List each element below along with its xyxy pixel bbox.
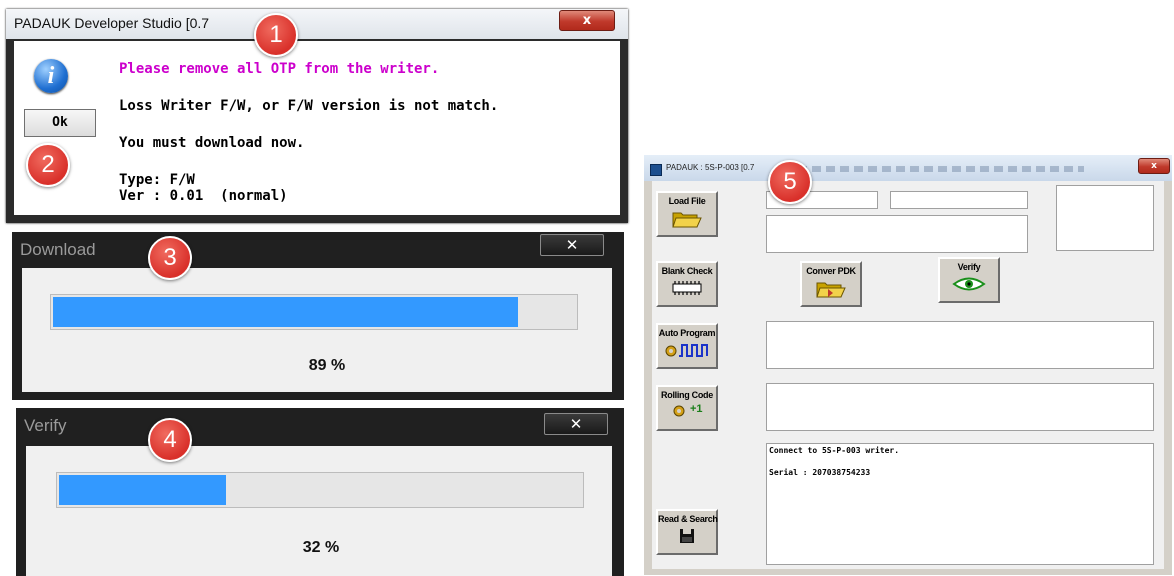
verify-body: 32 % bbox=[26, 446, 612, 576]
verify-button[interactable]: Verify bbox=[938, 257, 1000, 303]
conver-pdk-button[interactable]: Conver PDK bbox=[800, 261, 862, 307]
load-file-label: Load File bbox=[668, 196, 706, 206]
message-line-3: You must download now. bbox=[119, 135, 305, 151]
log-line-2: Serial : 207038754233 bbox=[769, 468, 871, 477]
verify-progress-bar bbox=[56, 472, 584, 508]
writer-title-bar: PADAUK : 5S-P-003 [0.7 bbox=[644, 155, 1172, 181]
verify-progress-fill bbox=[59, 475, 226, 505]
writer-close-button[interactable]: x bbox=[1138, 158, 1170, 174]
step-badge-1: 1 bbox=[254, 13, 298, 57]
verify-title: Verify bbox=[24, 416, 67, 435]
folder-convert-icon bbox=[816, 282, 846, 298]
auto-program-wave-icon bbox=[665, 344, 708, 357]
dialog-title: PADAUK Developer Studio [0.7 bbox=[14, 15, 210, 31]
rolling-code-increment: +1 bbox=[689, 403, 703, 415]
step-badge-4: 4 bbox=[148, 418, 192, 462]
verify-close-button[interactable]: ✕ bbox=[544, 413, 608, 435]
ok-button[interactable]: Ok bbox=[24, 109, 96, 137]
verify-dialog: Verify ✕ 32 % bbox=[16, 408, 624, 576]
chip-icon bbox=[672, 281, 702, 295]
message-line-5: Ver : 0.01 (normal) bbox=[119, 188, 288, 204]
blank-check-button[interactable]: Blank Check bbox=[656, 261, 718, 307]
step-badge-3: 3 bbox=[148, 236, 192, 280]
blank-check-label: Blank Check bbox=[661, 266, 713, 276]
dialog-body: i Ok Please remove all OTP from the writ… bbox=[14, 41, 620, 215]
log-output-area: Connect to 5S-P-003 writer. Serial : 207… bbox=[766, 443, 1154, 565]
download-body: 89 % bbox=[22, 268, 612, 392]
verify-label: Verify bbox=[957, 262, 981, 272]
rolling-code-button[interactable]: Rolling Code +1 bbox=[656, 385, 718, 431]
auto-program-label: Auto Program bbox=[658, 328, 716, 338]
download-title: Download bbox=[20, 240, 96, 259]
download-close-button[interactable]: ✕ bbox=[540, 234, 604, 256]
info-icon: i bbox=[34, 59, 68, 93]
dialog-close-button[interactable]: x bbox=[559, 10, 615, 31]
read-search-label: Read & Search bbox=[658, 514, 718, 524]
read-search-button[interactable]: Read & Search bbox=[656, 509, 718, 555]
writer-window: PADAUK : 5S-P-003 [0.7 x Load File Blank… bbox=[644, 155, 1172, 575]
download-progress-fill bbox=[53, 297, 518, 327]
folder-icon bbox=[672, 212, 702, 228]
file-info-field[interactable] bbox=[766, 215, 1028, 253]
conver-pdk-label: Conver PDK bbox=[806, 266, 856, 276]
step-badge-2: 2 bbox=[26, 143, 70, 187]
download-dialog: Download ✕ 89 % bbox=[12, 232, 624, 400]
app-icon bbox=[650, 164, 662, 176]
writer-client-area: Load File Blank Check Conver PDK Verify … bbox=[652, 181, 1164, 569]
program-status-field bbox=[766, 321, 1154, 369]
load-file-button[interactable]: Load File bbox=[656, 191, 718, 237]
download-percent: 89 % bbox=[308, 357, 346, 374]
rolling-code-field bbox=[766, 383, 1154, 431]
rolling-code-label: Rolling Code bbox=[661, 390, 713, 400]
floppy-disk-icon bbox=[680, 529, 694, 543]
message-line-4: Type: F/W bbox=[119, 172, 195, 188]
eye-icon bbox=[952, 277, 986, 291]
auto-program-button[interactable]: Auto Program bbox=[656, 323, 718, 369]
download-progress-bar bbox=[50, 294, 578, 330]
step-badge-5: 5 bbox=[768, 160, 812, 204]
log-line-1: Connect to 5S-P-003 writer. bbox=[769, 446, 900, 455]
message-line-1: Please remove all OTP from the writer. bbox=[119, 61, 440, 77]
dialog-title-bar: PADAUK Developer Studio [0.7 bbox=[6, 9, 628, 39]
ic-preview-box bbox=[1056, 185, 1154, 251]
gear-icon bbox=[673, 405, 684, 417]
message-line-2: Loss Writer F/W, or F/W version is not m… bbox=[119, 98, 499, 114]
writer-title: PADAUK : 5S-P-003 [0.7 bbox=[666, 163, 755, 172]
file-path-field-2[interactable] bbox=[890, 191, 1028, 209]
title-blurred-text bbox=[784, 166, 1084, 172]
verify-percent: 32 % bbox=[302, 539, 340, 556]
message-dialog: PADAUK Developer Studio [0.7 x i Ok Plea… bbox=[6, 9, 628, 223]
